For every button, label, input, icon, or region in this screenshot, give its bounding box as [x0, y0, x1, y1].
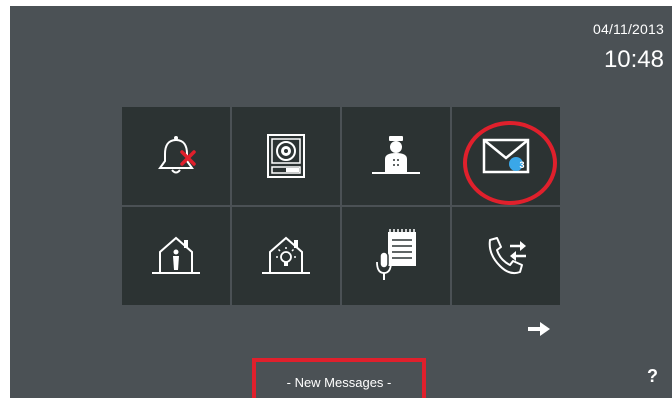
- menu-grid: 3: [122, 107, 576, 305]
- tile-home-automation[interactable]: [232, 207, 340, 305]
- bell-muted-icon: [158, 136, 196, 174]
- date-display: 04/11/2013: [592, 21, 664, 37]
- time-display: 10:48: [603, 46, 664, 73]
- intercom-screen: 04/11/2013 10:48 3 - New Messages - ?: [10, 6, 672, 398]
- envelope-icon: [482, 138, 530, 174]
- tile-call-divert[interactable]: [452, 207, 560, 305]
- status-highlight-box: - New Messages -: [252, 358, 426, 398]
- door-panel-icon: [267, 134, 305, 178]
- message-count-badge: 3: [519, 160, 525, 170]
- status-label: - New Messages -: [286, 375, 392, 390]
- help-button[interactable]: ?: [647, 366, 658, 387]
- voice-memo-icon: [376, 229, 416, 280]
- tile-messages[interactable]: 3: [452, 107, 560, 205]
- home-intercom-icon: [152, 236, 200, 274]
- tile-concierge[interactable]: [342, 107, 450, 205]
- next-page-arrow-icon[interactable]: [526, 320, 552, 338]
- home-light-icon: [262, 236, 310, 274]
- concierge-icon: [372, 136, 420, 174]
- tile-home-intercom[interactable]: [122, 207, 230, 305]
- call-forward-icon: [488, 237, 526, 275]
- tile-door-panel[interactable]: [232, 107, 340, 205]
- tile-do-not-disturb[interactable]: [122, 107, 230, 205]
- tile-voice-memo[interactable]: [342, 207, 450, 305]
